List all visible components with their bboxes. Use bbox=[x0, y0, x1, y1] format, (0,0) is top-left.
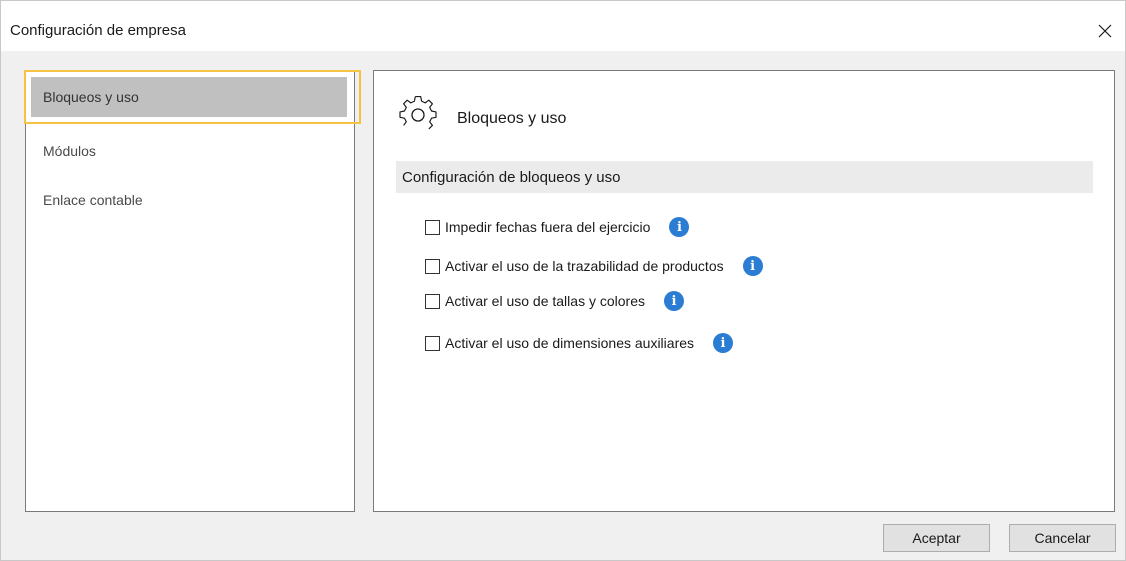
sidebar-item-enlace-contable[interactable]: Enlace contable bbox=[31, 180, 347, 220]
section-title: Bloqueos y uso bbox=[457, 110, 567, 127]
option-trazabilidad[interactable]: Activar el uso de la trazabilidad de pro… bbox=[425, 256, 763, 276]
content-panel: Bloqueos y uso Configuración de bloqueos… bbox=[373, 70, 1115, 512]
sidebar-item-modulos[interactable]: Módulos bbox=[31, 131, 347, 171]
option-label: Activar el uso de tallas y colores bbox=[445, 293, 645, 309]
sidebar-nav: Bloqueos y uso Módulos Enlace contable bbox=[24, 70, 361, 512]
group-header: Configuración de bloqueos y uso bbox=[396, 161, 1093, 193]
option-label: Impedir fechas fuera del ejercicio bbox=[445, 219, 651, 235]
accept-button[interactable]: Aceptar bbox=[883, 524, 990, 552]
title-bar: Configuración de empresa bbox=[1, 1, 1125, 51]
checkbox[interactable] bbox=[425, 219, 440, 235]
close-button[interactable] bbox=[1085, 11, 1125, 51]
sidebar-item-bloqueos[interactable]: Bloqueos y uso bbox=[24, 70, 361, 124]
info-icon[interactable]: i bbox=[713, 333, 734, 353]
group-title: Configuración de bloqueos y uso bbox=[402, 168, 621, 186]
close-icon bbox=[1098, 24, 1112, 38]
checkbox[interactable] bbox=[425, 258, 440, 274]
checkbox[interactable] bbox=[425, 293, 440, 309]
option-dimensiones-auxiliares[interactable]: Activar el uso de dimensiones auxiliares… bbox=[425, 333, 734, 353]
option-label: Activar el uso de la trazabilidad de pro… bbox=[445, 258, 724, 274]
sidebar-item-label: Enlace contable bbox=[43, 192, 143, 208]
gear-icon bbox=[399, 96, 437, 130]
info-icon[interactable]: i bbox=[742, 256, 763, 276]
info-icon[interactable]: i bbox=[663, 291, 684, 311]
checkbox[interactable] bbox=[425, 335, 440, 351]
option-tallas-colores[interactable]: Activar el uso de tallas y colores i bbox=[425, 291, 684, 311]
sidebar-item-label: Bloqueos y uso bbox=[43, 89, 139, 105]
cancel-button[interactable]: Cancelar bbox=[1009, 524, 1116, 552]
option-impedir-fechas[interactable]: Impedir fechas fuera del ejercicio i bbox=[425, 217, 690, 237]
window-title: Configuración de empresa bbox=[10, 22, 186, 39]
info-icon[interactable]: i bbox=[669, 217, 690, 237]
sidebar-item-label: Módulos bbox=[43, 143, 96, 159]
option-label: Activar el uso de dimensiones auxiliares bbox=[445, 335, 695, 351]
